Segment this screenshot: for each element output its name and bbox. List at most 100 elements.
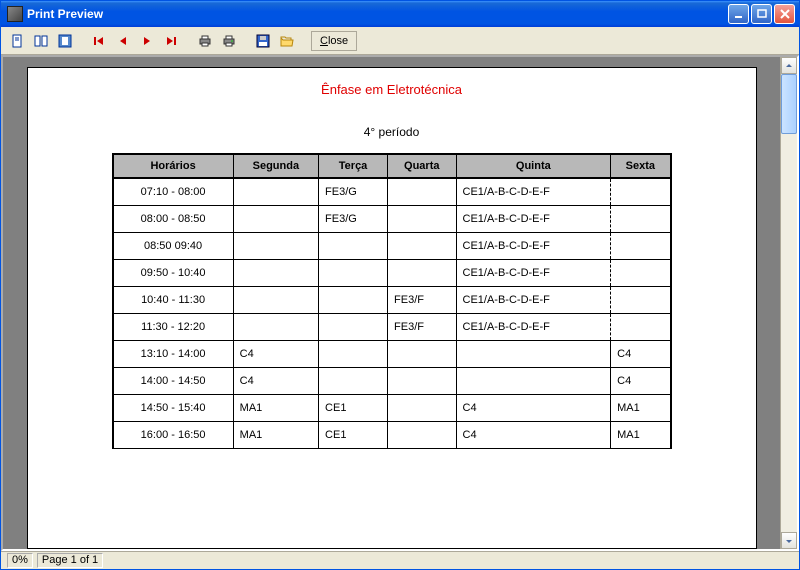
minimize-button[interactable] (728, 4, 749, 24)
table-row: 09:50 - 10:40 CE1/A-B-C-D-E-F (113, 260, 671, 287)
close-icon (780, 9, 790, 19)
table-cell (319, 233, 388, 260)
first-page-icon (93, 35, 105, 47)
table-cell (233, 178, 318, 206)
column-header: Horários (113, 154, 234, 178)
table-cell (611, 260, 671, 287)
table-cell (233, 314, 318, 341)
statusbar: 0% Page 1 of 1 (1, 551, 799, 569)
table-cell (233, 206, 318, 233)
table-row: 14:00 - 14:50C4C4 (113, 368, 671, 395)
multi-page-icon (34, 34, 48, 48)
window-title: Print Preview (27, 7, 728, 21)
scroll-down-button[interactable] (781, 532, 797, 549)
last-page-icon (165, 35, 177, 47)
save-button[interactable] (253, 31, 273, 51)
table-cell: 13:10 - 14:00 (113, 341, 234, 368)
close-window-button[interactable] (774, 4, 795, 24)
toolbar: Close (1, 27, 799, 55)
close-rest: lose (328, 35, 348, 47)
printer-icon (222, 34, 236, 48)
open-button[interactable] (277, 31, 297, 51)
table-cell: C4 (456, 395, 611, 422)
table-cell: 16:00 - 16:50 (113, 422, 234, 449)
table-cell: MA1 (233, 422, 318, 449)
table-row: 07:10 - 08:00FE3/GCE1/A-B-C-D-E-F (113, 178, 671, 206)
table-cell: 08:00 - 08:50 (113, 206, 234, 233)
zoom-fit-icon (58, 34, 72, 48)
view-multi-page-button[interactable] (31, 31, 51, 51)
table-cell: 14:00 - 14:50 (113, 368, 234, 395)
zoom-fit-button[interactable] (55, 31, 75, 51)
table-cell: CE1/A-B-C-D-E-F (456, 233, 611, 260)
titlebar: Print Preview (1, 1, 799, 27)
table-row: 08:50 09:40 CE1/A-B-C-D-E-F (113, 233, 671, 260)
table-cell (611, 206, 671, 233)
table-cell (319, 287, 388, 314)
table-cell: FE3/F (388, 314, 456, 341)
table-cell: C4 (233, 341, 318, 368)
page: Ênfase em Eletrotécnica 4° período Horár… (27, 67, 757, 549)
table-cell (388, 395, 456, 422)
table-row: 11:30 - 12:20 FE3/FCE1/A-B-C-D-E-F (113, 314, 671, 341)
column-header: Quarta (388, 154, 456, 178)
table-cell: 09:50 - 10:40 (113, 260, 234, 287)
table-cell: CE1/A-B-C-D-E-F (456, 206, 611, 233)
maximize-button[interactable] (751, 4, 772, 24)
printer-setup-icon (198, 34, 212, 48)
scroll-thumb[interactable] (781, 74, 797, 134)
table-cell: CE1/A-B-C-D-E-F (456, 287, 611, 314)
print-button[interactable] (219, 31, 239, 51)
document-subtitle: 4° período (52, 125, 732, 139)
table-cell: C4 (611, 368, 671, 395)
page-viewport[interactable]: Ênfase em Eletrotécnica 4° período Horár… (3, 57, 780, 549)
table-cell (319, 260, 388, 287)
single-page-icon (10, 34, 24, 48)
scroll-up-button[interactable] (781, 57, 797, 74)
close-underline: C (320, 35, 328, 47)
schedule-table: HoráriosSegundaTerçaQuartaQuintaSexta 07… (112, 153, 672, 449)
next-page-button[interactable] (137, 31, 157, 51)
vertical-scrollbar[interactable] (780, 57, 797, 549)
print-preview-window: Print Preview (0, 0, 800, 570)
app-icon (7, 6, 23, 22)
floppy-icon (256, 34, 270, 48)
content-area: Ênfase em Eletrotécnica 4° período Horár… (1, 55, 799, 551)
table-cell (611, 287, 671, 314)
print-setup-button[interactable] (195, 31, 215, 51)
table-cell (456, 368, 611, 395)
column-header: Quinta (456, 154, 611, 178)
column-header: Sexta (611, 154, 671, 178)
first-page-button[interactable] (89, 31, 109, 51)
table-cell: CE1/A-B-C-D-E-F (456, 178, 611, 206)
folder-open-icon (280, 34, 294, 48)
table-cell: 10:40 - 11:30 (113, 287, 234, 314)
table-cell (388, 178, 456, 206)
table-row: 16:00 - 16:50MA1CE1C4MA1 (113, 422, 671, 449)
table-cell: MA1 (233, 395, 318, 422)
next-page-icon (141, 35, 153, 47)
table-cell (388, 206, 456, 233)
minimize-icon (734, 9, 744, 19)
chevron-down-icon (785, 537, 793, 545)
table-cell: 08:50 09:40 (113, 233, 234, 260)
table-cell: MA1 (611, 422, 671, 449)
last-page-button[interactable] (161, 31, 181, 51)
window-controls (728, 4, 795, 24)
table-cell: 11:30 - 12:20 (113, 314, 234, 341)
scroll-track[interactable] (781, 74, 797, 532)
table-cell: CE1/A-B-C-D-E-F (456, 260, 611, 287)
status-progress: 0% (7, 553, 33, 568)
column-header: Terça (319, 154, 388, 178)
table-cell: CE1 (319, 395, 388, 422)
close-preview-button[interactable]: Close (311, 31, 357, 51)
table-cell: FE3/G (319, 206, 388, 233)
view-single-page-button[interactable] (7, 31, 27, 51)
table-cell (456, 341, 611, 368)
prev-page-button[interactable] (113, 31, 133, 51)
prev-page-icon (117, 35, 129, 47)
table-cell: C4 (456, 422, 611, 449)
table-cell: CE1/A-B-C-D-E-F (456, 314, 611, 341)
table-cell: 14:50 - 15:40 (113, 395, 234, 422)
table-row: 14:50 - 15:40MA1CE1C4MA1 (113, 395, 671, 422)
